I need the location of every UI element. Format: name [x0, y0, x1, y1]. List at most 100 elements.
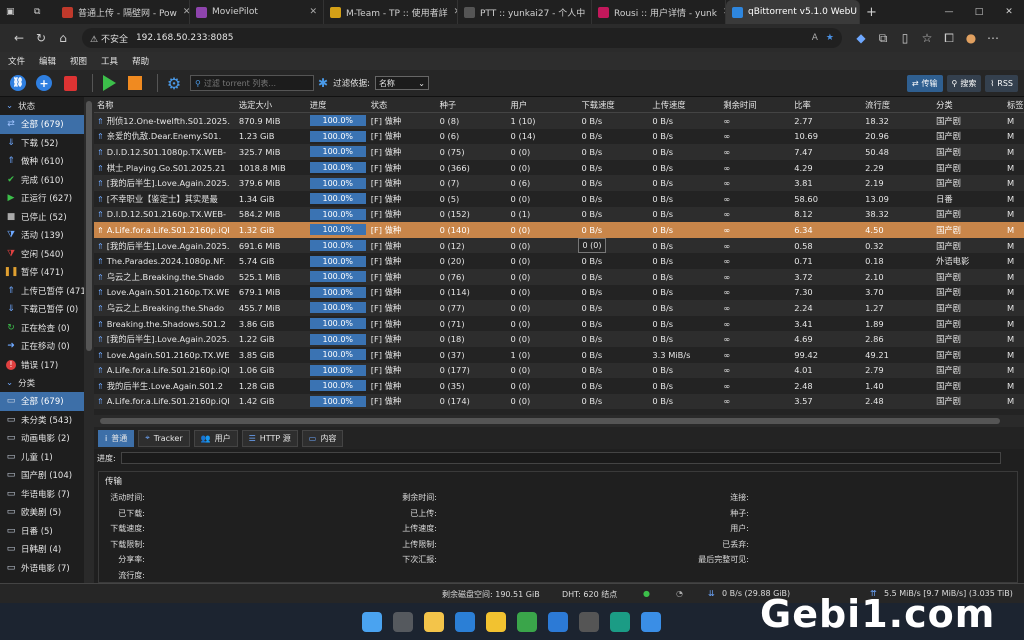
table-row[interactable]: ⇑ A.Life.for.a.Life.S01.2160p.iQI 1.42 GiB…: [94, 393, 1024, 410]
sidebar-category-item[interactable]: ▭ 外语电影 (7): [0, 559, 84, 578]
favorite-star-icon[interactable]: ★: [826, 33, 834, 43]
properties-tab[interactable]: ☰ HTTP 源: [241, 429, 298, 447]
add-link-icon[interactable]: ⛓: [8, 73, 28, 93]
url-field[interactable]: ⚠ 不安全 192.168.50.233:8085 A ★: [82, 28, 842, 48]
table-row[interactable]: ⇑ 棋士.Playing.Go.S01.2025.21 1018.8 MiB 100.…: [94, 160, 1024, 176]
close-tab-icon[interactable]: ✕: [717, 7, 725, 17]
sidebar-status-item[interactable]: ▶ 正运行 (627): [0, 189, 84, 208]
table-row[interactable]: ⇑ 刑侦12.One-twelfth.S01.2025. 870.9 MiB 100.…: [94, 113, 1024, 129]
settings-gear-icon[interactable]: ⚙: [164, 73, 184, 93]
sidebar-scrollbar[interactable]: [84, 97, 94, 583]
sidebar-status-item[interactable]: ⇑ 做种 (610): [0, 152, 84, 171]
regex-toggle-icon[interactable]: ✱: [318, 76, 328, 90]
collections-icon[interactable]: ⧉: [872, 31, 894, 46]
notes-icon[interactable]: [486, 612, 506, 632]
table-row[interactable]: ⇑ [不幸职业【鉴定士】其实是最 1.34 GiB 100.0% [F] 做种 0 (5)…: [94, 191, 1024, 207]
split-screen-icon[interactable]: ▯: [894, 31, 916, 45]
table-row[interactable]: ⇑ 我的后半生.Love.Again.S01.2 1.28 GiB 100.0% [F]…: [94, 378, 1024, 394]
new-tab-button[interactable]: +: [860, 0, 883, 24]
sidebar-category-item[interactable]: ▭ 未分类 (543): [0, 411, 84, 430]
tab-overview-icon[interactable]: ⧉: [28, 0, 56, 24]
vscode-icon[interactable]: [548, 612, 568, 632]
edge-browser-icon[interactable]: [610, 612, 630, 632]
sidebar-status-item[interactable]: ■ 已停止 (52): [0, 208, 84, 227]
column-header[interactable]: 种子: [437, 99, 508, 111]
browser-menu-icon[interactable]: ▣: [0, 0, 28, 24]
column-header[interactable]: 状态: [368, 99, 437, 111]
browser-tab[interactable]: PTT :: yunkai27 - 个人中✕: [458, 0, 592, 24]
sidebar-status-item[interactable]: ↻ 正在检查 (0): [0, 319, 84, 338]
table-row[interactable]: ⇑ [我的后半生].Love.Again.2025. 691.6 MiB 100.0%…: [94, 237, 1024, 254]
home-icon[interactable]: ⌂: [52, 31, 74, 45]
sidebar-status-item[interactable]: ➜ 正在移动 (0): [0, 337, 84, 356]
search-tab-button[interactable]: ⚲ 搜索: [946, 74, 982, 92]
wechat-icon[interactable]: [517, 612, 537, 632]
sidebar-category-item[interactable]: ▭ 日韩剧 (4): [0, 540, 84, 559]
sidebar-category-item[interactable]: ▭ 全部 (679): [0, 392, 84, 411]
close-tab-icon[interactable]: ✕: [303, 7, 317, 17]
sidebar-category-item[interactable]: ▭ 儿童 (1): [0, 448, 84, 467]
column-header[interactable]: 下载速度: [578, 99, 649, 111]
table-row[interactable]: ⇑ A.Life.for.a.Life.S01.2160p.iQI 1.06 GiB…: [94, 362, 1024, 379]
browser-tab[interactable]: Rousi :: 用户详情 - yunk✕: [592, 0, 726, 24]
browser-more-icon[interactable]: ⋯: [982, 31, 1004, 45]
properties-tab[interactable]: ▭ 内容: [301, 429, 344, 447]
sidebar-category-item[interactable]: ▭ 国产剧 (104): [0, 466, 84, 485]
table-row[interactable]: ⇑ Love.Again.S01.2160p.TX.WE 3.85 GiB 100.0…: [94, 347, 1024, 363]
back-icon[interactable]: ←: [8, 31, 30, 45]
sidebar-status-item[interactable]: ⇓ 下载 (52): [0, 134, 84, 153]
column-header[interactable]: 标签: [1004, 99, 1024, 111]
sidebar-status-item[interactable]: ⇑ 上传已暂停 (471): [0, 282, 84, 301]
menu-item[interactable]: 工具: [101, 55, 118, 67]
speed-limit-icon[interactable]: ◔: [676, 589, 683, 598]
stop-icon[interactable]: [125, 73, 145, 93]
menu-item[interactable]: 视图: [70, 55, 87, 67]
column-header[interactable]: 选定大小: [236, 99, 307, 111]
start-icon[interactable]: [99, 73, 119, 93]
todo-icon[interactable]: [455, 612, 475, 632]
column-header[interactable]: 剩余时间: [720, 99, 791, 111]
connection-status-icon[interactable]: ●: [643, 589, 650, 598]
filter-select[interactable]: 名称 ⌄: [374, 76, 429, 90]
table-row[interactable]: ⇑ Breaking.the.Shadows.S01.2 3.86 GiB 100.0…: [94, 316, 1024, 332]
table-row[interactable]: ⇑ The.Parades.2024.1080p.NF. 5.74 GiB 100.0…: [94, 253, 1024, 269]
sidebar-category-item[interactable]: ▭ 华语电影 (7): [0, 485, 84, 504]
status-section-header[interactable]: ⌄ 状态: [0, 97, 84, 115]
maximize-button[interactable]: □: [964, 0, 994, 24]
table-horizontal-scrollbar[interactable]: [94, 415, 1024, 427]
column-header[interactable]: 流行度: [862, 99, 933, 111]
extensions-icon[interactable]: ⧠: [938, 31, 960, 46]
refresh-icon[interactable]: ↻: [30, 31, 52, 45]
sidebar-category-item[interactable]: ▭ 欧美剧 (5): [0, 503, 84, 522]
properties-tab[interactable]: ⌖ Tracker: [138, 429, 190, 447]
table-row[interactable]: ⇑ Love.Again.S01.2160p.TX.WE 679.1 MiB 100.…: [94, 285, 1024, 301]
column-header[interactable]: 进度: [307, 99, 368, 111]
add-torrent-icon[interactable]: +: [34, 73, 54, 93]
close-tab-icon[interactable]: ✕: [585, 7, 591, 17]
table-row[interactable]: ⇑ [我的后半生].Love.Again.2025. 1.22 GiB 100.0%[…: [94, 331, 1024, 347]
security-warning[interactable]: ⚠ 不安全: [90, 32, 128, 45]
table-row[interactable]: ⇑ D.I.D.12.S01.2160p.TX.WEB- 584.2 MiB 100.…: [94, 206, 1024, 223]
torrent-search-input[interactable]: ⚲ 过滤 torrent 列表...: [190, 75, 314, 91]
sidebar-status-item[interactable]: ❚❚ 暂停 (471): [0, 263, 84, 282]
sidebar-status-item[interactable]: ⇓ 下载已暂停 (0): [0, 300, 84, 319]
sidebar-status-item[interactable]: ! 错误 (17): [0, 356, 84, 375]
table-row[interactable]: ⇑ 亲爱的仇敌.Dear.Enemy.S01. 1.23 GiB 100.0% [F] …: [94, 129, 1024, 145]
browser-tab[interactable]: M-Team - TP :: 使用者詳✕: [324, 0, 458, 24]
profile-avatar[interactable]: ●: [960, 31, 982, 45]
column-header[interactable]: 用户: [508, 99, 579, 111]
transfer-tab-button[interactable]: ⇄ 传输: [906, 74, 943, 92]
sidebar-status-item[interactable]: ✔ 完成 (610): [0, 171, 84, 190]
delete-icon[interactable]: [60, 73, 80, 93]
favorites-icon[interactable]: ☆: [916, 31, 938, 45]
remote-desktop-icon[interactable]: [579, 612, 599, 632]
menu-item[interactable]: 帮助: [132, 55, 149, 67]
shield-extension-icon[interactable]: ◆: [850, 31, 872, 45]
column-header[interactable]: 上传速度: [649, 99, 720, 111]
table-row[interactable]: ⇑ 乌云之上.Breaking.the.Shado 455.7 MiB 100.0%[…: [94, 300, 1024, 316]
read-aloud-icon[interactable]: A: [812, 33, 818, 43]
file-explorer-icon[interactable]: [424, 612, 444, 632]
start-menu-icon[interactable]: [362, 612, 382, 632]
close-tab-icon[interactable]: ✕: [448, 7, 457, 17]
column-header[interactable]: 名称: [94, 99, 236, 111]
